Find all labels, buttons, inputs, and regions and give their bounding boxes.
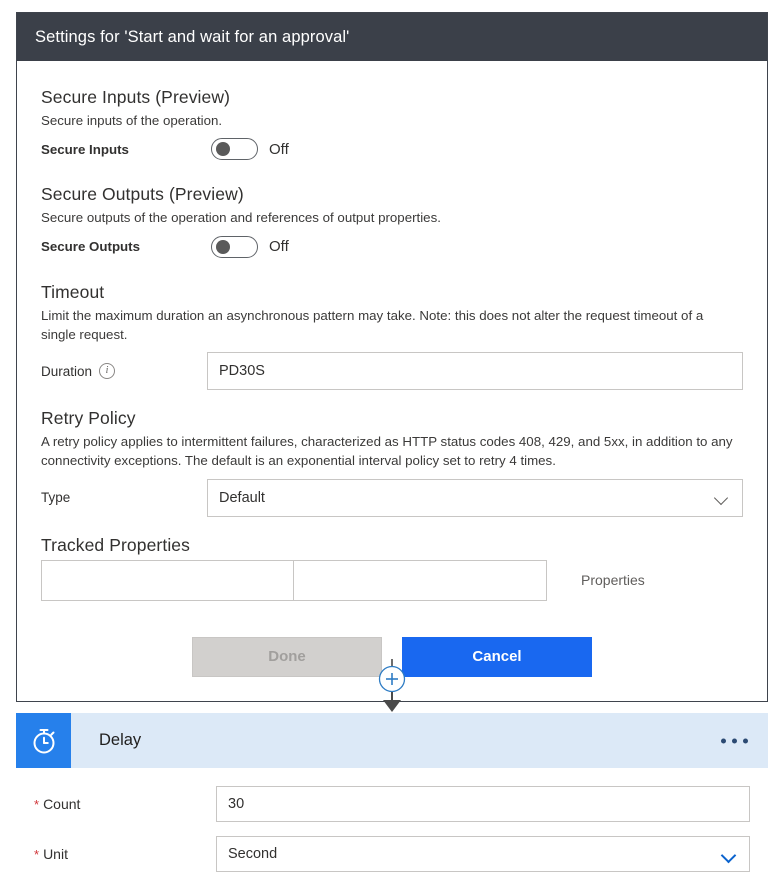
info-icon[interactable]: i (99, 363, 116, 380)
retry-type-label: Type (41, 490, 71, 506)
duration-row: Duration i PD30S (41, 352, 743, 391)
delay-count-input[interactable]: 30 (216, 786, 750, 822)
secure-inputs-row: Secure Inputs Off (41, 136, 743, 162)
timeout-section: Timeout Limit the maximum duration an as… (41, 282, 743, 391)
required-asterisk-icon: * (34, 797, 40, 812)
tracked-properties-title: Tracked Properties (41, 534, 190, 555)
timeout-title: Timeout (41, 281, 105, 302)
arrow-down-icon (383, 700, 401, 712)
delay-count-row: * Count 30 (34, 786, 750, 822)
tracked-properties-label: Properties (581, 572, 645, 589)
secure-inputs-state: Off (269, 140, 289, 158)
required-asterisk-icon: * (34, 847, 40, 862)
secure-outputs-description: Secure outputs of the operation and refe… (41, 210, 441, 226)
retry-policy-description: A retry policy applies to intermittent f… (41, 434, 733, 469)
tracked-property-value-input[interactable] (294, 559, 547, 601)
delay-count-label: Count (43, 796, 81, 812)
delay-action-card: Delay * Count 30 * Unit Second (16, 713, 768, 886)
secure-outputs-label: Secure Outputs (41, 239, 141, 255)
retry-type-select[interactable]: Default (207, 478, 743, 517)
ellipsis-icon[interactable] (721, 738, 748, 743)
delay-unit-label: Unit (43, 846, 68, 862)
retry-type-row: Type Default (41, 478, 743, 517)
delay-card-header[interactable]: Delay (16, 713, 768, 768)
tracked-properties-row: Properties (41, 559, 743, 601)
secure-outputs-title: Secure Outputs (Preview) (41, 184, 244, 205)
retry-policy-section: Retry Policy A retry policy applies to i… (41, 408, 743, 517)
duration-label-group: Duration i (41, 363, 207, 380)
secure-inputs-label: Secure Inputs (41, 141, 129, 157)
dialog-title-bar: Settings for 'Start and wait for an appr… (17, 13, 767, 61)
settings-dialog: Settings for 'Start and wait for an appr… (16, 12, 768, 702)
delay-count-value: 30 (228, 796, 245, 812)
ellipsis-dot (721, 738, 726, 743)
delay-count-label-group: * Count (34, 796, 216, 812)
chevron-down-icon (715, 493, 729, 502)
secure-outputs-toggle[interactable] (211, 235, 258, 258)
secure-outputs-section: Secure Outputs (Preview) Secure outputs … (41, 184, 743, 259)
dialog-body: Secure Inputs (Preview) Secure inputs of… (17, 61, 767, 701)
secure-outputs-state: Off (269, 238, 289, 256)
delay-unit-select[interactable]: Second (216, 836, 750, 872)
ellipsis-dot (732, 738, 737, 743)
flow-connector (0, 659, 784, 714)
duration-input[interactable]: PD30S (207, 352, 743, 391)
toggle-knob-icon (216, 142, 230, 157)
secure-inputs-toggle[interactable] (211, 138, 258, 161)
delay-unit-row: * Unit Second (34, 836, 750, 872)
duration-value: PD30S (219, 363, 265, 380)
secure-inputs-title: Secure Inputs (Preview) (41, 87, 231, 107)
tracked-property-key-input[interactable] (41, 559, 294, 601)
dialog-title: Settings for 'Start and wait for an appr… (35, 27, 350, 46)
delay-card-body: * Count 30 * Unit Second (16, 768, 768, 872)
connector-graphic (378, 659, 406, 712)
ellipsis-dot (743, 738, 748, 743)
secure-inputs-section: Secure Inputs (Preview) Secure inputs of… (41, 87, 743, 162)
secure-outputs-row: Secure Outputs Off (41, 234, 743, 260)
timeout-description: Limit the maximum duration an asynchrono… (41, 307, 704, 342)
chevron-down-icon (722, 850, 736, 859)
toggle-knob-icon (216, 239, 230, 254)
secure-inputs-description: Secure inputs of the operation. (41, 113, 223, 128)
delay-card-title: Delay (99, 731, 142, 749)
delay-unit-value: Second (228, 846, 278, 862)
duration-label: Duration (41, 363, 93, 379)
retry-type-value: Default (219, 489, 265, 506)
retry-policy-title: Retry Policy (41, 408, 136, 429)
delay-unit-label-group: * Unit (34, 846, 216, 862)
stopwatch-icon (16, 713, 71, 768)
tracked-properties-section: Tracked Properties Properties (41, 535, 743, 601)
